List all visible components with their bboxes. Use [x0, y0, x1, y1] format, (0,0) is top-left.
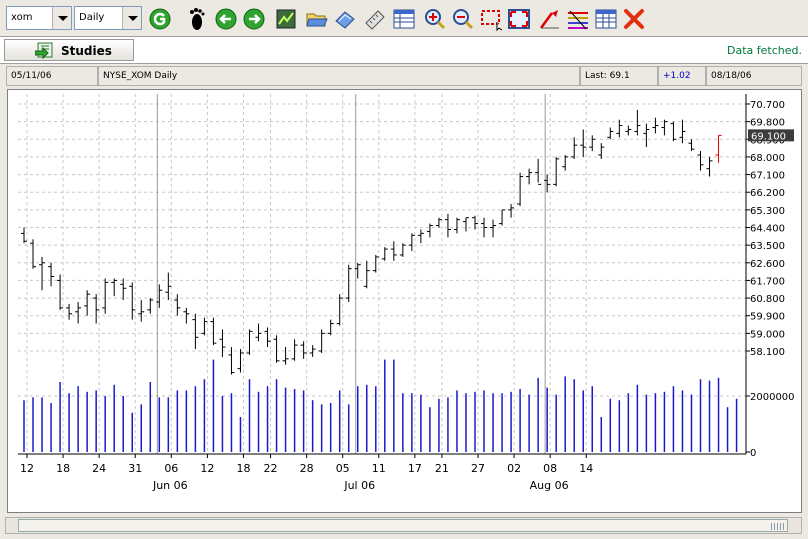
x-tick-label: 05 [336, 462, 350, 475]
horizontal-scrollbar[interactable] [5, 517, 802, 534]
price-change: +1.02 [658, 66, 706, 86]
studies-button[interactable]: Studies [4, 39, 134, 61]
zoom-in-icon [425, 9, 446, 30]
table-icon [393, 9, 415, 29]
go-button[interactable] [148, 7, 172, 31]
price-axis: 70.70069.80068.90068.00067.10066.20065.3… [745, 94, 795, 459]
end-date: 08/18/06 [706, 66, 802, 86]
chart-icon [276, 9, 296, 29]
open-folder-icon [306, 13, 328, 27]
x-tick-label: 11 [372, 462, 386, 475]
x-tick-label: 27 [471, 462, 485, 475]
x-tick-label: 14 [579, 462, 593, 475]
y-tick-label: 63.500 [750, 241, 785, 252]
y-tick-label: 58.100 [750, 347, 785, 358]
x-tick-label: 12 [20, 462, 34, 475]
x-tick-label: 22 [264, 462, 278, 475]
forward-icon [243, 8, 265, 30]
y-tick-label: 59.000 [750, 329, 785, 340]
y-tick-label: 64.400 [750, 224, 785, 235]
symbol-combo[interactable]: xom [6, 6, 72, 30]
x-tick-label: 21 [435, 462, 449, 475]
y-tick-label: 68.000 [750, 153, 785, 164]
info-bar: 05/11/06 NYSE_XOM Daily Last: 69.1 +1.02… [0, 64, 808, 88]
zoom-out-button[interactable] [451, 7, 475, 31]
x-month-label: Aug 06 [530, 479, 569, 492]
period-combo[interactable]: Daily [74, 6, 142, 30]
scrollbar-thumb[interactable] [18, 519, 788, 532]
x-tick-label: 12 [200, 462, 214, 475]
y-tick-label: 67.100 [750, 171, 785, 182]
go-icon [149, 8, 171, 30]
zoom-in-button[interactable] [423, 7, 447, 31]
ruler-button[interactable] [363, 7, 387, 31]
footprint-icon [190, 8, 205, 30]
footprint-button[interactable] [184, 7, 208, 31]
open-button[interactable] [305, 7, 329, 31]
grip-icon [771, 523, 785, 530]
zoom-out-icon [453, 9, 474, 30]
select-region-icon [481, 10, 503, 31]
x-tick-label: 17 [408, 462, 422, 475]
fibonacci-icon [568, 10, 588, 30]
period-value: Daily [79, 12, 105, 23]
fibonacci-button[interactable] [566, 7, 590, 31]
x-tick-label: 02 [507, 462, 521, 475]
studies-icon [35, 42, 53, 59]
x-month-label: Jun 06 [152, 479, 188, 492]
x-month-label: Jul 06 [343, 479, 375, 492]
studies-label: Studies [61, 44, 112, 58]
y-tick-label: 62.600 [750, 259, 785, 270]
delete-icon [624, 9, 644, 29]
toolbar: xom Daily [0, 0, 808, 36]
table-button[interactable] [392, 7, 416, 31]
y-tick-label: 66.200 [750, 188, 785, 199]
forward-button[interactable] [242, 7, 266, 31]
status-bar: Studies Data fetched. [0, 36, 808, 64]
y-tick-label: 65.300 [750, 206, 785, 217]
x-tick-label: 18 [56, 462, 70, 475]
volume-tick-label: 2000000 [750, 392, 795, 403]
fit-icon [508, 9, 530, 29]
status-message: Data fetched. [727, 44, 802, 57]
draw-line-icon [539, 10, 559, 29]
ruler-icon [365, 10, 385, 30]
eraser-icon [335, 11, 355, 29]
x-tick-label: 31 [128, 462, 142, 475]
chart-title: NYSE_XOM Daily [98, 66, 580, 86]
x-tick-label: 08 [543, 462, 557, 475]
back-icon [215, 8, 237, 30]
volume-tick-label: 0 [750, 448, 756, 459]
start-date: 05/11/06 [6, 66, 98, 86]
price-bars [21, 109, 722, 375]
draw-line-button[interactable] [538, 7, 562, 31]
chevron-down-icon[interactable] [122, 7, 141, 29]
delete-button[interactable] [622, 7, 646, 31]
volume-bars [23, 359, 738, 452]
x-tick-label: 18 [236, 462, 250, 475]
x-tick-label: 06 [164, 462, 178, 475]
chevron-down-icon[interactable] [52, 7, 71, 29]
y-tick-label: 61.700 [750, 276, 785, 287]
last-price: Last: 69.1 [580, 66, 658, 86]
x-tick-label: 24 [92, 462, 106, 475]
y-tick-label: 70.700 [750, 100, 785, 111]
select-region-button[interactable] [480, 7, 504, 31]
back-button[interactable] [214, 7, 238, 31]
chart-button[interactable] [274, 7, 298, 31]
grid-button[interactable] [594, 7, 618, 31]
y-tick-label: 59.900 [750, 312, 785, 323]
y-tick-label: 60.800 [750, 294, 785, 305]
last-price-label: 69.100 [751, 131, 786, 142]
price-chart[interactable]: 70.70069.80068.90068.00067.10066.20065.3… [8, 90, 801, 512]
fit-button[interactable] [507, 7, 531, 31]
date-axis: 12 18 24 31 06 12 18 22 28 05 11 17 21 27 02 08 14 Jun 06… [18, 453, 746, 492]
grid-icon [595, 9, 617, 29]
chart-panel[interactable]: 70.70069.80068.90068.00067.10066.20065.3… [7, 89, 802, 513]
symbol-value: xom [11, 12, 33, 23]
x-tick-label: 28 [300, 462, 314, 475]
y-tick-label: 69.800 [750, 118, 785, 129]
eraser-button[interactable] [333, 7, 357, 31]
